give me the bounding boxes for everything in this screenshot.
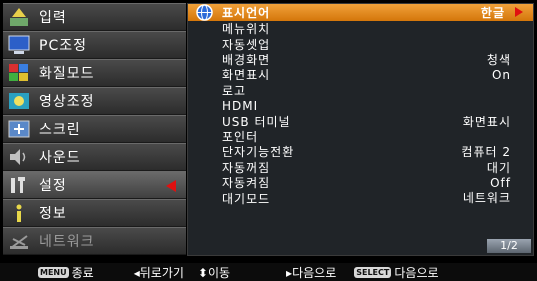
submenu-item[interactable]: 자동켜짐 Off — [188, 175, 533, 191]
globe-icon — [196, 4, 213, 21]
menu-label: PC조정 — [39, 38, 87, 54]
submenu-label: 대기모드 — [222, 191, 271, 206]
pc-monitor-icon — [7, 34, 31, 56]
submenu-value: Off — [490, 175, 511, 190]
main-menu: 입력 PC조정 화질모드 영상조정 스크린 사운드 설정 정보 네트워크 — [3, 3, 186, 256]
menu-item-input[interactable]: 입력 — [3, 3, 186, 31]
input-icon — [7, 6, 31, 28]
submenu-item[interactable]: 자동셋업 — [188, 36, 533, 52]
image-adjust-icon — [7, 90, 31, 112]
image-mode-icon — [7, 62, 31, 84]
help-exit-label: 종료 — [71, 265, 94, 280]
projector-osd: 입력 PC조정 화질모드 영상조정 스크린 사운드 설정 정보 네트워크 표시언… — [0, 0, 537, 281]
help-next: ▸다음으로 — [286, 264, 336, 281]
submenu-item-language[interactable]: 표시언어 한글 — [188, 4, 533, 21]
menu-key-icon: MENU — [38, 266, 69, 278]
submenu-item[interactable]: 자동꺼짐 대기 — [188, 160, 533, 175]
menu-item-settings[interactable]: 설정 — [3, 171, 186, 199]
help-select-label: 다음으로 — [394, 265, 439, 280]
menu-label: 스크린 — [39, 122, 81, 138]
submenu-item[interactable]: HDMI — [188, 98, 533, 113]
network-icon — [7, 230, 31, 252]
submenu-item[interactable]: 포인터 — [188, 129, 533, 144]
selection-arrow-icon — [166, 180, 176, 192]
submenu-item[interactable]: 화면표시 On — [188, 67, 533, 83]
submenu-value: 네트워크 — [462, 191, 511, 206]
info-icon — [7, 202, 31, 224]
menu-item-screen[interactable]: 스크린 — [3, 115, 186, 143]
submenu-item[interactable]: 배경화면 청색 — [188, 52, 533, 67]
help-move-label: ⬍이동 — [197, 265, 231, 280]
help-move: ⬍이동 — [198, 264, 230, 281]
help-bar: MENU 종료 ◂뒤로가기 ⬍이동 ▸다음으로 SELECT 다음으로 — [0, 263, 537, 281]
menu-item-pc-adjust[interactable]: PC조정 — [3, 31, 186, 59]
menu-label: 정보 — [39, 206, 67, 222]
page-indicator: 1/2 — [487, 239, 531, 253]
submenu-value: 한글 — [480, 6, 505, 20]
submenu-item[interactable]: USB 터미널 화면표시 — [188, 113, 533, 129]
submenu-item[interactable]: 단자기능전환 컴퓨터 2 — [188, 144, 533, 159]
menu-item-image-mode[interactable]: 화질모드 — [3, 59, 186, 87]
submenu-item[interactable]: 대기모드 네트워크 — [188, 190, 533, 205]
submenu-value: On — [491, 67, 511, 82]
menu-label: 사운드 — [39, 150, 81, 166]
menu-label: 영상조정 — [39, 94, 95, 110]
submenu-label: 표시언어 — [222, 6, 271, 20]
menu-item-sound[interactable]: 사운드 — [3, 143, 186, 171]
screen-icon — [7, 118, 31, 140]
submenu-item[interactable]: 메뉴위치 — [188, 21, 533, 36]
menu-label: 입력 — [39, 10, 67, 26]
menu-item-network[interactable]: 네트워크 — [3, 227, 186, 255]
submenu-value: 화면표시 — [462, 114, 511, 129]
help-back: ◂뒤로가기 — [134, 264, 184, 281]
menu-item-image-adjust[interactable]: 영상조정 — [3, 87, 186, 115]
select-key-icon: SELECT — [354, 266, 392, 278]
menu-item-info[interactable]: 정보 — [3, 199, 186, 227]
help-next-label: ▸다음으로 — [286, 265, 337, 280]
sound-icon — [7, 146, 31, 168]
submenu-label: 로고 — [222, 83, 247, 98]
settings-tools-icon — [7, 174, 31, 196]
help-select: SELECT 다음으로 — [354, 264, 439, 281]
menu-label: 네트워크 — [39, 234, 95, 250]
submenu-value: 대기 — [486, 160, 511, 175]
menu-label: 화질모드 — [39, 66, 95, 82]
help-back-label: ◂뒤로가기 — [133, 265, 184, 280]
right-arrow-icon — [515, 7, 523, 17]
submenu-value: 청색 — [486, 52, 511, 67]
menu-label: 설정 — [39, 178, 67, 194]
help-exit: MENU 종료 — [38, 264, 94, 281]
submenu-item[interactable]: 로고 — [188, 83, 533, 98]
settings-submenu: 표시언어 한글 메뉴위치 자동셋업 배경화면 청색 화면표시 On 로고 HDMI … — [187, 3, 534, 256]
submenu-label: HDMI — [222, 98, 259, 113]
